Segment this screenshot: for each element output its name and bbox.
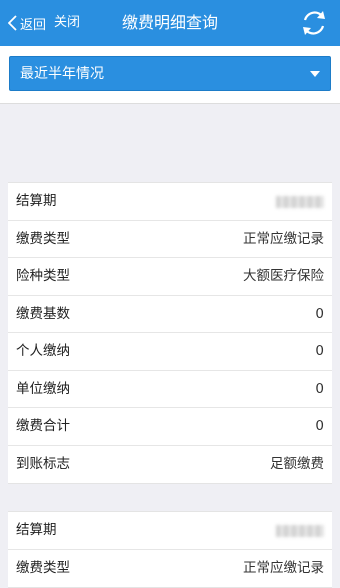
record-row-payment-base: 缴费基数 0: [8, 296, 332, 333]
row-label: 缴费类型: [16, 230, 70, 247]
record-row-insurance-type: 险种类型 大额医疗保险: [8, 258, 332, 296]
record-row-payment-type: 缴费类型 正常应缴记录: [8, 550, 332, 588]
refresh-button[interactable]: [298, 7, 330, 39]
row-label: 个人缴纳: [16, 343, 70, 359]
row-value: 0: [315, 380, 324, 397]
refresh-icon: [303, 11, 325, 35]
row-label: 缴费合计: [16, 418, 70, 434]
row-label: 缴费类型: [16, 559, 70, 576]
app-header: 返回 关闭 缴费明细查询: [0, 0, 340, 46]
period-select-value: 最近半年情况: [20, 66, 104, 82]
row-label: 结算期: [16, 193, 57, 209]
redacted-value: [276, 525, 324, 537]
row-value: 正常应缴记录: [243, 559, 324, 576]
row-value: 足额缴费: [270, 455, 324, 472]
row-value: 0: [315, 305, 324, 322]
caret-down-icon: [310, 71, 320, 77]
period-select[interactable]: 最近半年情况: [9, 56, 331, 91]
page-title: 缴费明细查询: [121, 13, 218, 32]
record-row-total-payment: 缴费合计 0: [8, 408, 332, 446]
payment-record: 结算期 缴费类型 正常应缴记录 险种类型 大额医疗保险 缴费基数 0 个人缴纳 …: [8, 182, 332, 484]
row-value: 0: [315, 343, 324, 359]
row-value: 正常应缴记录: [243, 230, 324, 247]
row-label: 险种类型: [16, 268, 70, 284]
row-value: 0: [315, 418, 324, 434]
row-label: 到账标志: [16, 455, 70, 472]
record-row-settlement-period: 结算期: [8, 183, 332, 221]
row-value: 大额医疗保险: [243, 268, 324, 284]
row-label: 缴费基数: [16, 305, 70, 322]
record-row-arrival-status: 到账标志 足额缴费: [8, 446, 332, 484]
redacted-value: [276, 196, 324, 208]
record-row-employer-payment: 单位缴纳 0: [8, 371, 332, 408]
row-label: 结算期: [16, 522, 57, 538]
record-row-personal-payment: 个人缴纳 0: [8, 333, 332, 371]
filter-panel: 最近半年情况: [0, 46, 340, 104]
record-row-settlement-period: 结算期: [8, 512, 332, 550]
row-label: 单位缴纳: [16, 380, 70, 397]
payment-record: 结算期 缴费类型 正常应缴记录: [8, 511, 332, 588]
record-row-payment-type: 缴费类型 正常应缴记录: [8, 221, 332, 258]
